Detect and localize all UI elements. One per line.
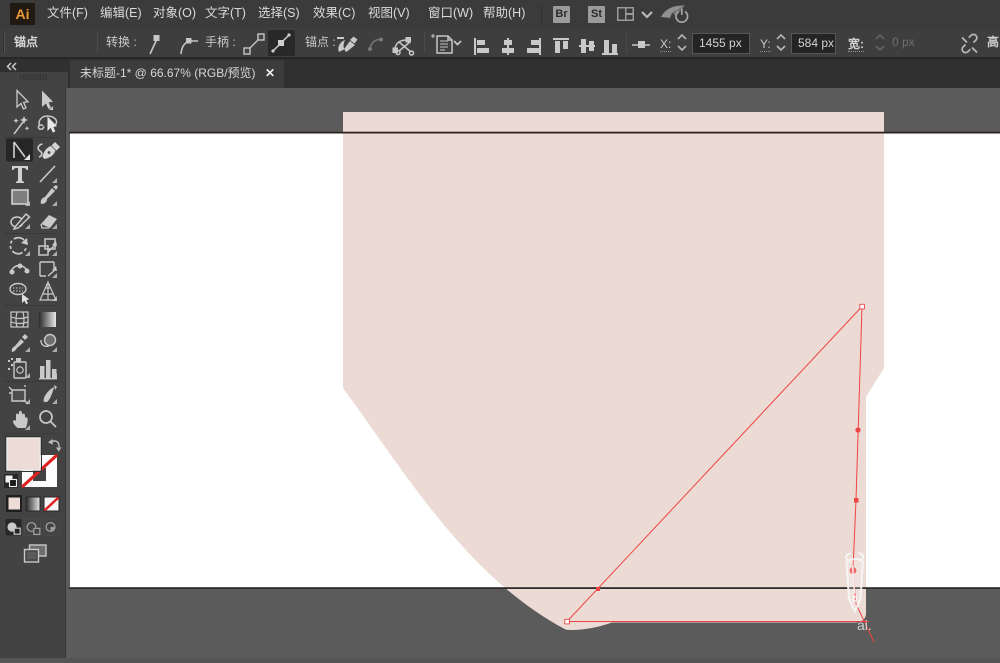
svg-text:ai.: ai. (857, 617, 872, 633)
